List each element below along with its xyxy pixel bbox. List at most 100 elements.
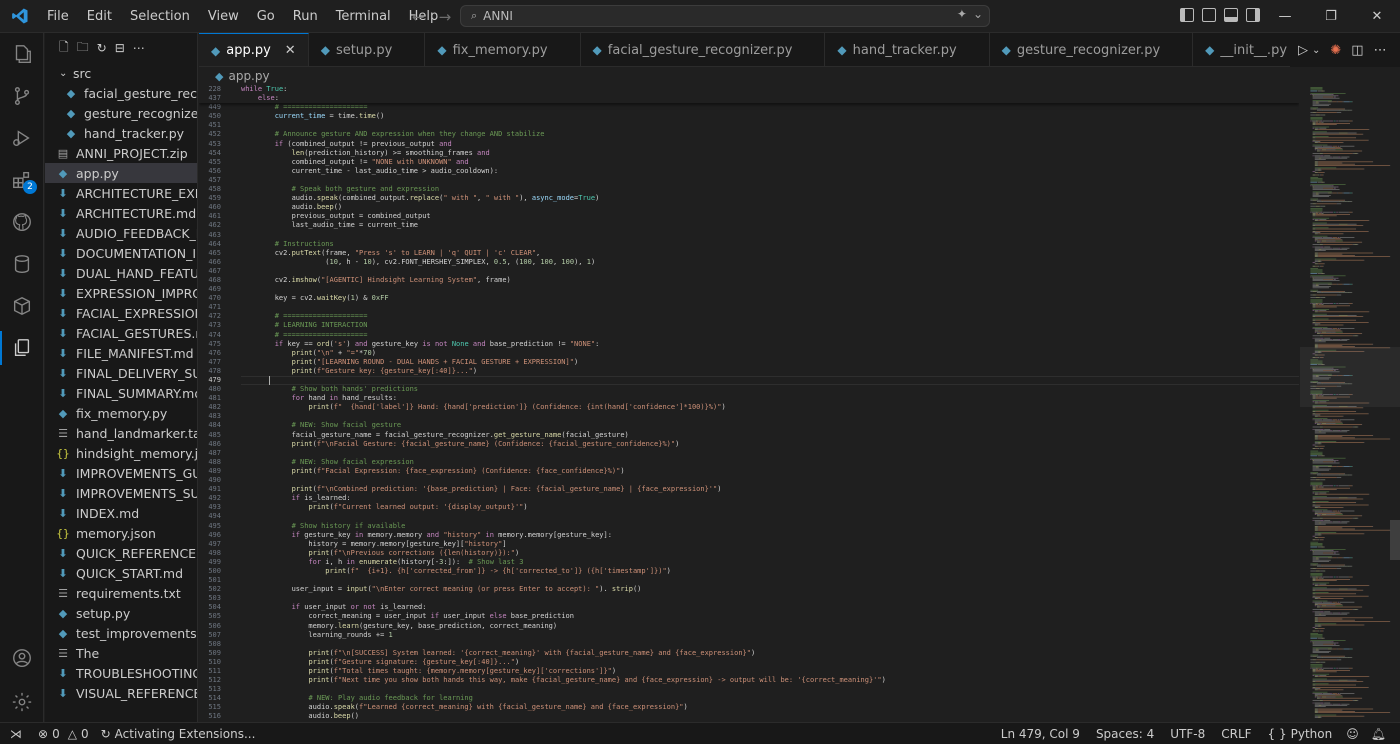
problems-indicator[interactable]: ⊗ 0 △ 0 [32,727,95,741]
minimap-line [1315,112,1317,113]
menu-view[interactable]: View [199,0,248,33]
file-item[interactable]: ◆ app.py [45,163,197,183]
chevron-down-icon[interactable]: ⌄ [973,7,983,21]
file-item[interactable]: ⬇QUICK_REFERENCE.md [45,543,197,563]
code-line: 482 print(f" {hand['label']} Hand: {hand… [199,403,1299,412]
file-item[interactable]: ⬇TROUBLESHOOTING_... [45,663,197,683]
maximize-button[interactable]: ❐ [1308,0,1354,33]
breadcrumb-file[interactable]: app.py [228,69,269,83]
copilot-spark-icon[interactable]: ✺ [1330,43,1341,58]
file-item[interactable]: ◆ setup.py [45,603,197,623]
menu-terminal[interactable]: Terminal [327,0,400,33]
new-file-icon[interactable]: 🗋 [59,38,69,59]
minimap-line [1318,445,1325,447]
file-item[interactable]: ⬇ FILE_MANIFEST.md [45,343,197,363]
file-item[interactable]: ⬇DOCUMENTATION_IN... [45,243,197,263]
more-actions-icon[interactable]: ⋯ [133,41,145,55]
minimap-line [1338,430,1341,431]
code-token: ), [574,257,587,266]
file-item[interactable]: ◆ fix_memory.py [45,403,197,423]
back-arrow-icon[interactable]: ← [412,8,425,26]
split-editor-icon[interactable]: ◫ [1351,43,1363,58]
toggle-secondary-sidebar-icon[interactable] [1246,8,1260,22]
tab-gesture-recognizer-py[interactable]: ◆ gesture_recognizer.py [990,33,1194,66]
close-window-button[interactable]: ✕ [1354,0,1400,33]
file-item[interactable]: ⬇ INDEX.md [45,503,197,523]
copy-icon[interactable] [0,327,44,369]
minimap-slider[interactable] [1300,347,1400,407]
github-icon[interactable] [0,201,44,243]
notifications-bell-icon[interactable]: 🔔︎ [1365,727,1392,741]
editor-scrollbar[interactable] [1390,520,1400,560]
file-item[interactable]: ⬇IMPROVEMENTS_GUI... [45,463,197,483]
file-item[interactable]: ☰hand_landmarker.task [45,423,197,443]
minimize-button[interactable]: — [1262,0,1308,33]
tab-fix-memory-py[interactable]: ◆ fix_memory.py [425,33,581,66]
collapse-all-icon[interactable]: ⊟ [115,41,125,55]
folder-src[interactable]: ⌄ src [45,63,197,83]
cursor-position[interactable]: Ln 479, Col 9 [993,727,1088,741]
file-item[interactable]: ⬇VISUAL_REFERENCE.md [45,683,197,703]
tab-app-py[interactable]: ◆ app.py ✕ [199,33,309,66]
refresh-icon[interactable]: ↻ [97,41,107,55]
file-item[interactable]: ⬇ ARCHITECTURE.md [45,203,197,223]
file-item[interactable]: ⬇AUDIO_FEEDBACK_FE... [45,223,197,243]
file-item[interactable]: ⬇IMPROVEMENTS_SUM... [45,483,197,503]
menu-go[interactable]: Go [248,0,284,33]
database-icon[interactable] [0,243,44,285]
copilot-icon[interactable]: ✦ [957,7,967,21]
file-item[interactable]: ▤ ANNI_PROJECT.zip [45,143,197,163]
file-item[interactable]: ◆gesture_recognizer.py [45,103,197,123]
file-item[interactable]: ⬇ARCHITECTURE_EXPL... [45,183,197,203]
line-endings[interactable]: CRLF [1213,727,1259,741]
toggle-primary-sidebar-icon[interactable] [1202,8,1216,22]
settings-gear-icon[interactable] [0,681,44,723]
menu-run[interactable]: Run [284,0,327,33]
language-mode[interactable]: { } Python [1260,727,1341,741]
encoding[interactable]: UTF-8 [1162,727,1213,741]
menu-file[interactable]: File [38,0,78,33]
menu-selection[interactable]: Selection [121,0,199,33]
new-folder-icon[interactable]: 🗀 [77,38,89,59]
indentation[interactable]: Spaces: 4 [1088,727,1162,741]
tab-hand-tracker-py[interactable]: ◆ hand_tracker.py [825,33,990,66]
minimap[interactable] [1300,67,1400,722]
command-center[interactable]: ⌕ ANNI ✦ ⌄ [460,5,990,27]
file-item[interactable]: ☰ The [45,643,197,663]
cube-icon[interactable] [0,285,44,327]
file-item[interactable]: ⬇EXPRESSION_IMPROV... [45,283,197,303]
tab-setup-py[interactable]: ◆ setup.py [309,33,426,66]
source-control-icon[interactable] [0,75,44,117]
run-icon[interactable]: ▷ [1298,43,1308,58]
file-item[interactable]: ⬇DUAL_HAND_FEATUR... [45,263,197,283]
chevron-down-icon[interactable]: ⌄ [1312,45,1320,56]
forward-arrow-icon[interactable]: → [439,8,452,26]
file-item[interactable]: ◆facial_gesture_recog... [45,83,197,103]
menu-edit[interactable]: Edit [78,0,121,33]
code-editor[interactable]: 228while True:437 else: 438 # ==========… [199,85,1299,722]
minimap-line [1330,419,1332,421]
file-item[interactable]: {} memory.json [45,523,197,543]
file-item[interactable]: {}hindsight_memory.json [45,443,197,463]
code-token: 100 [561,257,575,266]
extensions-icon[interactable]: 2 [0,159,44,201]
file-item[interactable]: ⬇ QUICK_START.md [45,563,197,583]
file-item[interactable]: ☰ requirements.txt [45,583,197,603]
more-actions-icon[interactable]: ⋯ [1374,43,1387,58]
run-debug-icon[interactable] [0,117,44,159]
tab-facial-gesture-recognizer-py[interactable]: ◆ facial_gesture_recognizer.py [581,33,826,66]
file-item[interactable]: ◆test_improvements.py [45,623,197,643]
remote-icon[interactable]: ⋊ [0,723,32,744]
toggle-sidebar-icon[interactable] [1180,8,1194,22]
minimap-line [1310,654,1319,656]
file-item[interactable]: ◆ hand_tracker.py [45,123,197,143]
file-item[interactable]: ⬇FACIAL_GESTURES.md [45,323,197,343]
close-tab-icon[interactable]: ✕ [285,43,296,58]
file-item[interactable]: ⬇ FINAL_SUMMARY.md [45,383,197,403]
copilot-status-icon[interactable]: ☺ [1340,727,1365,741]
file-item[interactable]: ⬇FACIAL_EXPRESSION_... [45,303,197,323]
file-item[interactable]: ⬇FINAL_DELIVERY_SUM... [45,363,197,383]
explorer-icon[interactable] [0,33,44,75]
toggle-panel-icon[interactable] [1224,8,1238,22]
account-icon[interactable] [0,637,44,679]
